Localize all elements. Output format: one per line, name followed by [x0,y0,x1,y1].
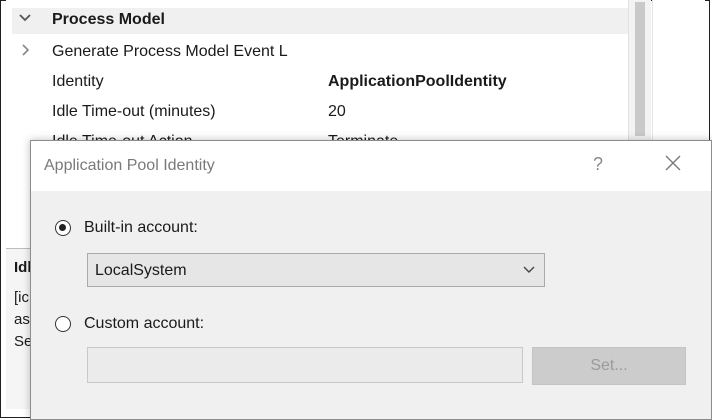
description-title: Idl [14,259,32,276]
custom-account-radio[interactable] [55,316,71,332]
description-line: as [14,311,30,328]
custom-account-field[interactable] [87,347,523,383]
property-name: Idle Time-out (minutes) [52,103,216,120]
chevron-right-icon[interactable] [18,43,34,61]
description-line: [ic [14,289,29,306]
set-button[interactable]: Set... [532,347,686,385]
chevron-down-icon [522,263,536,277]
builtin-account-select[interactable]: LocalSystem [87,253,545,287]
builtin-account-radio[interactable] [55,220,71,236]
property-value[interactable]: ApplicationPoolIdentity [328,73,507,91]
category-label: Process Model [52,11,165,28]
custom-account-label[interactable]: Custom account: [84,315,204,333]
application-pool-identity-dialog: Application Pool Identity ? Built-in acc… [30,140,712,420]
builtin-account-label[interactable]: Built-in account: [84,219,198,237]
property-value[interactable]: 20 [328,103,346,121]
help-button[interactable]: ? [593,154,603,175]
property-row[interactable]: Identity ApplicationPoolIdentity [12,70,634,96]
property-name: Identity [52,73,104,90]
property-row[interactable]: Idle Time-out (minutes) 20 [12,100,634,126]
builtin-account-value: LocalSystem [95,262,187,279]
close-icon[interactable] [661,151,685,175]
dialog-title: Application Pool Identity [44,157,215,174]
chevron-down-icon[interactable] [18,11,34,29]
scrollbar-thumb[interactable] [635,2,645,136]
category-process-model[interactable]: Process Model [12,8,634,34]
property-name: Generate Process Model Event L [52,43,288,60]
dialog-titlebar: Application Pool Identity ? [31,141,711,191]
property-row[interactable]: Generate Process Model Event L [12,40,634,66]
